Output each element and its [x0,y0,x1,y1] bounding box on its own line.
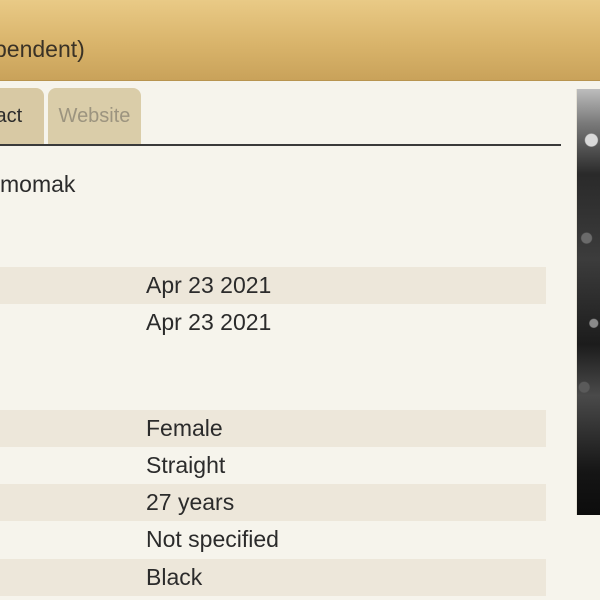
detail-row: Apr 23 2021 [0,304,546,341]
header-bar: pendent) [0,0,600,81]
detail-value: 27 years [146,489,235,515]
tab-divider [0,144,561,146]
detail-value: Female [146,415,223,441]
profile-username: momak [0,171,76,197]
detail-row: Apr 23 2021 [0,267,546,304]
detail-row: Not specified [0,521,546,558]
detail-row: Straight [0,447,546,484]
detail-value: Black [146,564,203,590]
detail-value: Apr 23 2021 [146,272,272,298]
profile-page: pendent) tact Website momak Apr 23 2021 … [0,0,600,600]
page-title: pendent) [0,36,85,62]
detail-value: Straight [146,452,226,478]
profile-photo[interactable] [576,89,600,515]
tab-website[interactable]: Website [48,88,141,144]
detail-row: Female [0,410,546,447]
tab-contact[interactable]: tact [0,88,44,144]
detail-row: Black [0,559,546,596]
detail-row: 27 years [0,484,546,521]
detail-value: Apr 23 2021 [146,309,272,335]
detail-value: Not specified [146,526,279,552]
